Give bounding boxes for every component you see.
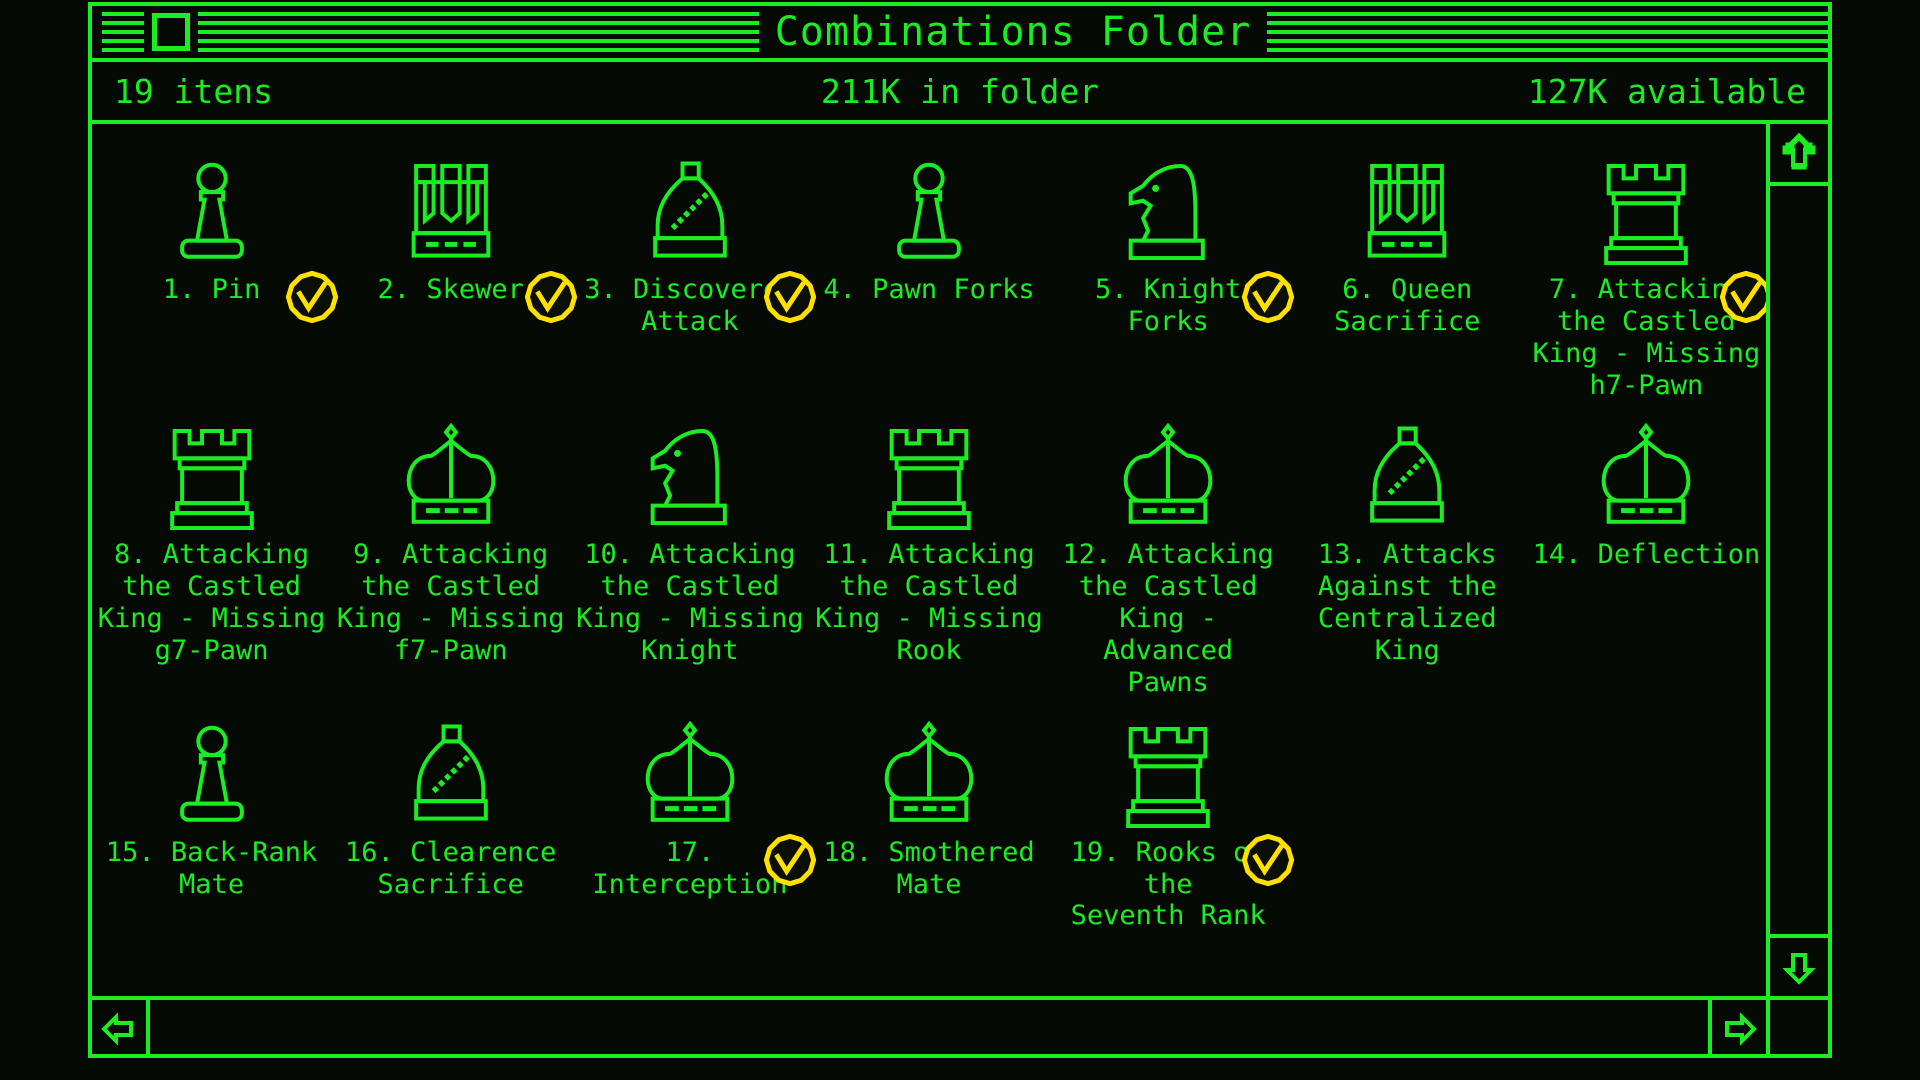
folder-item[interactable]: 16. Clearence Sacrifice (331, 699, 570, 933)
folder-item[interactable]: 5. Knight Forks (1049, 138, 1295, 401)
folder-item-label: 4. Pawn Forks (823, 274, 1035, 305)
rook-piece-icon[interactable] (147, 421, 277, 533)
folder-item-label: 13. Attacks Against the Centralized King (1317, 539, 1497, 667)
folder-size-label: 211K in folder (820, 71, 1100, 111)
title-stripes-right (1267, 12, 1828, 52)
scroll-down-arrow[interactable] (1770, 938, 1828, 996)
folder-item[interactable]: 4. Pawn Forks (809, 138, 1048, 401)
bishop-piece-icon[interactable] (386, 719, 516, 831)
folder-item[interactable]: 11. Attacking the Castled King - Missing… (809, 401, 1048, 698)
folder-item[interactable]: 2. Skewer (331, 138, 577, 401)
scroll-left-arrow[interactable] (92, 1000, 150, 1058)
rook-piece-icon[interactable] (1103, 719, 1295, 886)
folder-item[interactable]: 13. Attacks Against the Centralized King (1288, 401, 1527, 698)
folder-window: Combinations Folder 19 itens 211K in fol… (88, 2, 1832, 1058)
folder-item[interactable]: 15. Back-Rank Mate (92, 699, 331, 933)
folder-item[interactable]: 7. Attacking the Castled King - Missing … (1527, 138, 1766, 401)
folder-item-label: 15. Back-Rank Mate (105, 836, 318, 900)
icon-pane: 1. Pin 2. Skewer 3. Discovered Attack 4.… (92, 124, 1766, 996)
king-piece-icon[interactable] (386, 421, 516, 533)
queen-piece-icon[interactable] (386, 156, 577, 324)
vertical-scrollbar[interactable] (1766, 124, 1828, 996)
king-piece-icon[interactable] (625, 719, 816, 886)
title-stripes-left (198, 12, 759, 52)
king-piece-icon[interactable] (864, 719, 994, 831)
scrollbar-corner (1766, 996, 1828, 1058)
folder-item-label: 18. Smothered Mate (823, 836, 1035, 900)
horizontal-scrollbar[interactable] (92, 996, 1766, 1058)
scroll-up-arrow[interactable] (1770, 124, 1828, 182)
folder-item[interactable]: 1. Pin (92, 138, 338, 401)
item-count-label: 19 itens (114, 71, 273, 111)
folder-item-label: 1. Pin (162, 274, 261, 305)
vertical-scroll-track[interactable] (1770, 182, 1828, 938)
info-bar: 19 itens 211K in folder 127K available (92, 62, 1828, 124)
folder-item-label: 14. Deflection (1532, 539, 1761, 571)
bishop-piece-icon[interactable] (625, 156, 816, 324)
folder-item-label: 9. Attacking the Castled King - Missing … (336, 539, 565, 667)
pawn-piece-icon[interactable] (147, 156, 338, 324)
folder-item-label: 8. Attacking the Castled King - Missing … (97, 539, 326, 667)
window-title: Combinations Folder (774, 9, 1252, 55)
folder-item[interactable]: 8. Attacking the Castled King - Missing … (92, 401, 331, 698)
knight-piece-icon[interactable] (625, 421, 755, 533)
folder-item-label: 12. Attacking the Castled King - Advance… (1062, 539, 1274, 698)
folder-item[interactable]: 17. Interception (570, 699, 816, 933)
close-box[interactable] (152, 13, 190, 51)
title-bar[interactable]: Combinations Folder (92, 6, 1828, 62)
bishop-piece-icon[interactable] (1342, 421, 1472, 533)
queen-piece-icon[interactable] (1342, 156, 1472, 268)
folder-item[interactable]: 6. Queen Sacrifice (1288, 138, 1527, 401)
icon-grid: 1. Pin 2. Skewer 3. Discovered Attack 4.… (92, 138, 1766, 932)
pawn-piece-icon[interactable] (864, 156, 994, 268)
rook-piece-icon[interactable] (864, 421, 994, 533)
king-piece-icon[interactable] (1103, 421, 1233, 533)
folder-item-label: 2. Skewer (377, 274, 524, 305)
folder-item[interactable]: 14. Deflection (1527, 401, 1766, 698)
folder-item-label: 16. Clearence Sacrifice (345, 836, 557, 900)
title-stripes-far-left (102, 12, 144, 52)
folder-item-label: 11. Attacking the Castled King - Missing… (815, 539, 1043, 667)
window-body: 1. Pin 2. Skewer 3. Discovered Attack 4.… (92, 124, 1828, 1058)
rook-piece-icon[interactable] (1581, 156, 1766, 324)
folder-item-label: 17. Interception (592, 836, 788, 900)
folder-item[interactable]: 12. Attacking the Castled King - Advance… (1049, 401, 1288, 698)
available-label: 127K available (1527, 71, 1806, 111)
folder-item[interactable]: 3. Discovered Attack (570, 138, 816, 401)
king-piece-icon[interactable] (1581, 421, 1711, 533)
folder-item[interactable]: 18. Smothered Mate (809, 699, 1048, 933)
folder-item-label: 10. Attacking the Castled King - Missing… (576, 539, 804, 667)
folder-item[interactable]: 9. Attacking the Castled King - Missing … (331, 401, 570, 698)
pawn-piece-icon[interactable] (147, 719, 277, 831)
scroll-right-arrow[interactable] (1708, 1000, 1766, 1058)
folder-item-label: 6. Queen Sacrifice (1334, 274, 1481, 337)
knight-piece-icon[interactable] (1103, 156, 1295, 324)
folder-item[interactable]: 10. Attacking the Castled King - Missing… (570, 401, 809, 698)
folder-item[interactable]: 19. Rooks on the Seventh Rank (1049, 699, 1295, 933)
